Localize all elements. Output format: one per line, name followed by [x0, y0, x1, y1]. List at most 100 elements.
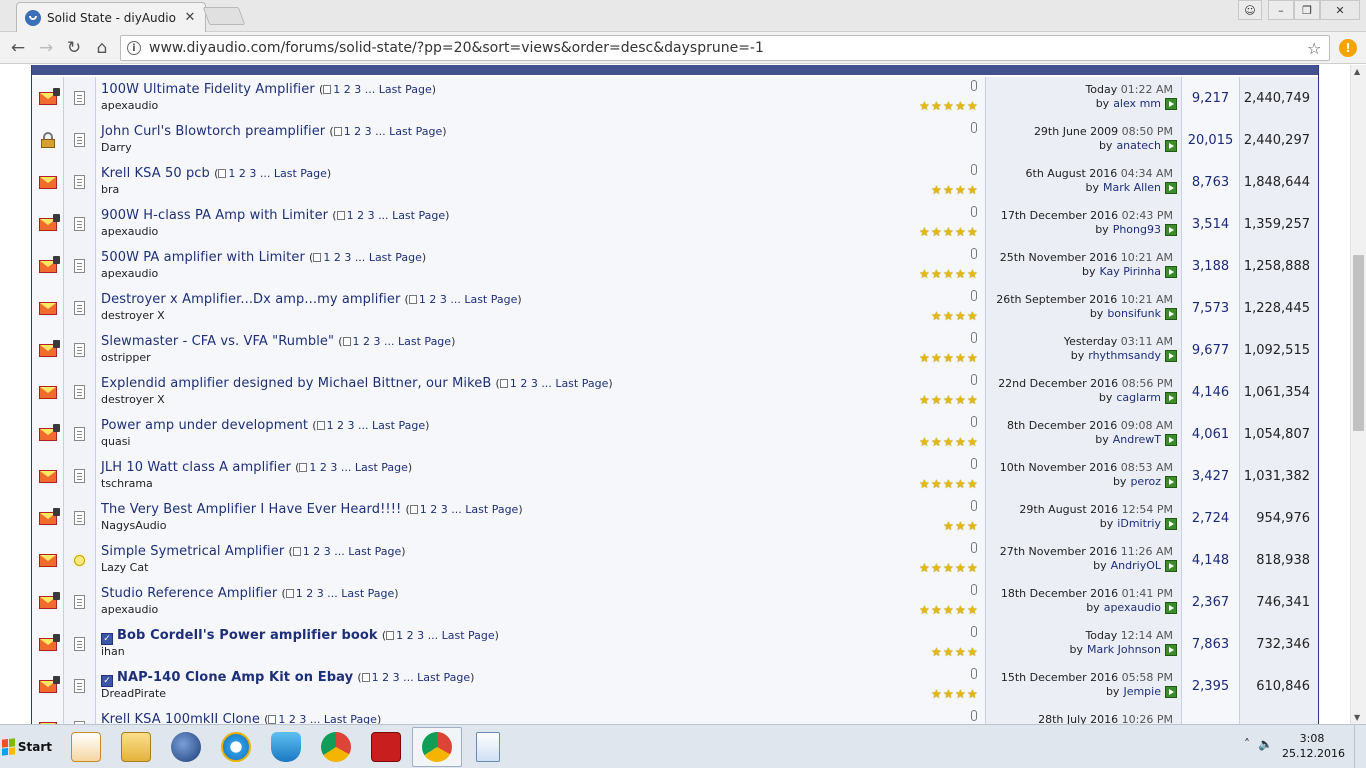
last-page-link[interactable]: Last Page	[417, 671, 470, 684]
thread-title-link[interactable]: 900W H-class PA Amp with Limiter	[101, 208, 328, 223]
back-arrow-icon[interactable]: ←	[6, 36, 30, 60]
page-links[interactable]: 1 2 3 ...	[327, 419, 369, 432]
reload-icon[interactable]: ↻	[62, 36, 86, 60]
replies-count[interactable]: 3,514	[1182, 203, 1240, 245]
thread-title-link[interactable]: 100W Ultimate Fidelity Amplifier	[101, 82, 315, 97]
last-page-link[interactable]: Last Page	[372, 419, 425, 432]
tray-expand-icon[interactable]: ˄	[1244, 737, 1250, 751]
last-poster-link[interactable]: apexaudio	[1104, 601, 1161, 614]
last-page-link[interactable]: Last Page	[274, 167, 327, 180]
replies-count[interactable]: 7,573	[1182, 287, 1240, 329]
forward-arrow-icon[interactable]: →	[34, 36, 58, 60]
bookmark-star-icon[interactable]: ☆	[1307, 39, 1329, 58]
last-poster-link[interactable]: alex mm	[1113, 97, 1161, 110]
last-page-link[interactable]: Last Page	[369, 251, 422, 264]
page-links[interactable]: 1 2 3 ...	[228, 167, 270, 180]
page-links[interactable]: 1 2 3 ...	[333, 83, 375, 96]
thread-author[interactable]: Darry	[101, 141, 132, 154]
go-to-last-post-icon[interactable]	[1165, 307, 1177, 320]
last-page-link[interactable]: Last Page	[389, 125, 442, 138]
thread-author[interactable]: apexaudio	[101, 603, 158, 616]
page-links[interactable]: 1 2 3 ...	[510, 377, 552, 390]
last-page-link[interactable]: Last Page	[442, 629, 495, 642]
thread-author[interactable]: Lazy Cat	[101, 561, 148, 574]
minimize-button[interactable]: –	[1268, 0, 1294, 20]
user-profile-icon[interactable]: ☺	[1238, 0, 1262, 20]
thread-title-link[interactable]: NAP-140 Clone Amp Kit on Ebay	[117, 670, 353, 685]
go-to-last-post-icon[interactable]	[1165, 643, 1177, 656]
last-page-link[interactable]: Last Page	[379, 83, 432, 96]
replies-count[interactable]: 4,061	[1182, 413, 1240, 455]
thread-title-link[interactable]: Slewmaster - CFA vs. VFA "Rumble"	[101, 334, 334, 349]
taskbar-security[interactable]	[264, 727, 308, 767]
go-to-last-post-icon[interactable]	[1165, 517, 1177, 530]
replies-count[interactable]: 9,217	[1182, 77, 1240, 119]
system-clock[interactable]: 3:08 25.12.2016	[1282, 731, 1345, 761]
browser-alert-icon[interactable]: !	[1339, 39, 1357, 57]
show-desktop-button[interactable]	[1354, 725, 1366, 768]
last-poster-link[interactable]: AndriyOL	[1111, 559, 1161, 572]
taskbar-internet-explorer[interactable]	[214, 727, 258, 767]
restore-button[interactable]: ❐	[1294, 0, 1320, 20]
last-poster-link[interactable]: bonsifunk	[1107, 307, 1161, 320]
go-to-last-post-icon[interactable]	[1165, 265, 1177, 278]
thread-author[interactable]: bra	[101, 183, 119, 196]
last-poster-link[interactable]: iDmitriy	[1117, 517, 1161, 530]
thread-author[interactable]: quasi	[101, 435, 130, 448]
site-info-icon[interactable]: i	[127, 41, 141, 55]
thread-author[interactable]: apexaudio	[101, 267, 158, 280]
scroll-down-arrow-icon[interactable]: ▼	[1354, 713, 1360, 722]
last-page-link[interactable]: Last Page	[398, 335, 451, 348]
browser-tab[interactable]: Solid State - diyAudio ✕	[16, 2, 206, 32]
vertical-scrollbar[interactable]: ▲ ▼	[1350, 65, 1366, 724]
go-to-last-post-icon[interactable]	[1165, 475, 1177, 488]
replies-count[interactable]: 2,367	[1182, 581, 1240, 623]
replies-count[interactable]: 7,863	[1182, 623, 1240, 665]
thread-title-link[interactable]: Studio Reference Amplifier	[101, 586, 277, 601]
page-links[interactable]: 1 2 3 ...	[419, 293, 461, 306]
thread-title-link[interactable]: Simple Symetrical Amplifier	[101, 544, 284, 559]
last-page-link[interactable]: Last Page	[341, 587, 394, 600]
page-links[interactable]: 1 2 3 ...	[396, 629, 438, 642]
tab-close-icon[interactable]: ✕	[183, 10, 197, 25]
go-to-last-post-icon[interactable]	[1165, 433, 1177, 446]
go-to-last-post-icon[interactable]	[1165, 97, 1177, 110]
last-page-link[interactable]: Last Page	[355, 461, 408, 474]
last-page-link[interactable]: Last Page	[392, 209, 445, 222]
go-to-last-post-icon[interactable]	[1165, 181, 1177, 194]
page-links[interactable]: 1 2 3 ...	[278, 713, 320, 724]
page-links[interactable]: 1 2 3 ...	[353, 335, 395, 348]
taskbar-acrobat[interactable]	[364, 727, 408, 767]
scrollbar-thumb[interactable]	[1353, 255, 1364, 431]
thread-title-link[interactable]: John Curl's Blowtorch preamplifier	[101, 124, 325, 139]
last-poster-link[interactable]: Mark Johnson	[1087, 643, 1161, 656]
scroll-up-arrow-icon[interactable]: ▲	[1354, 67, 1360, 76]
last-poster-link[interactable]: Jempie	[1123, 685, 1161, 698]
thread-author[interactable]: apexaudio	[101, 225, 158, 238]
last-page-link[interactable]: Last Page	[465, 503, 518, 516]
thread-title-link[interactable]: JLH 10 Watt class A amplifier	[101, 460, 291, 475]
replies-count[interactable]: 4,148	[1182, 539, 1240, 581]
start-button[interactable]: Start	[2, 733, 52, 761]
last-poster-link[interactable]: Mark Allen	[1103, 181, 1161, 194]
page-links[interactable]: 1 2 3 ...	[303, 545, 345, 558]
replies-count[interactable]: 8,763	[1182, 161, 1240, 203]
last-poster-link[interactable]: Phong93	[1113, 223, 1161, 236]
thread-title-link[interactable]: Explendid amplifier designed by Michael …	[101, 376, 491, 391]
last-poster-link[interactable]: rhythmsandy	[1088, 349, 1161, 362]
replies-count[interactable]: 2,724	[1182, 497, 1240, 539]
volume-icon[interactable]: 🔈	[1258, 737, 1273, 751]
replies-count[interactable]: 20,015	[1182, 119, 1240, 161]
last-poster-link[interactable]: AndrewT	[1113, 433, 1161, 446]
go-to-last-post-icon[interactable]	[1165, 559, 1177, 572]
go-to-last-post-icon[interactable]	[1165, 139, 1177, 152]
last-page-link[interactable]: Last Page	[348, 545, 401, 558]
thread-title-link[interactable]: Krell KSA 50 pcb	[101, 166, 210, 181]
page-links[interactable]: 1 2 3 ...	[344, 125, 386, 138]
last-page-link[interactable]: Last Page	[464, 293, 517, 306]
taskbar-file-explorer[interactable]	[114, 727, 158, 767]
address-url[interactable]: www.diyaudio.com/forums/solid-state/?pp=…	[149, 40, 1307, 56]
thread-author[interactable]: ostripper	[101, 351, 151, 364]
thread-title-link[interactable]: The Very Best Amplifier I Have Ever Hear…	[101, 502, 401, 517]
replies-count[interactable]: 3,427	[1182, 455, 1240, 497]
